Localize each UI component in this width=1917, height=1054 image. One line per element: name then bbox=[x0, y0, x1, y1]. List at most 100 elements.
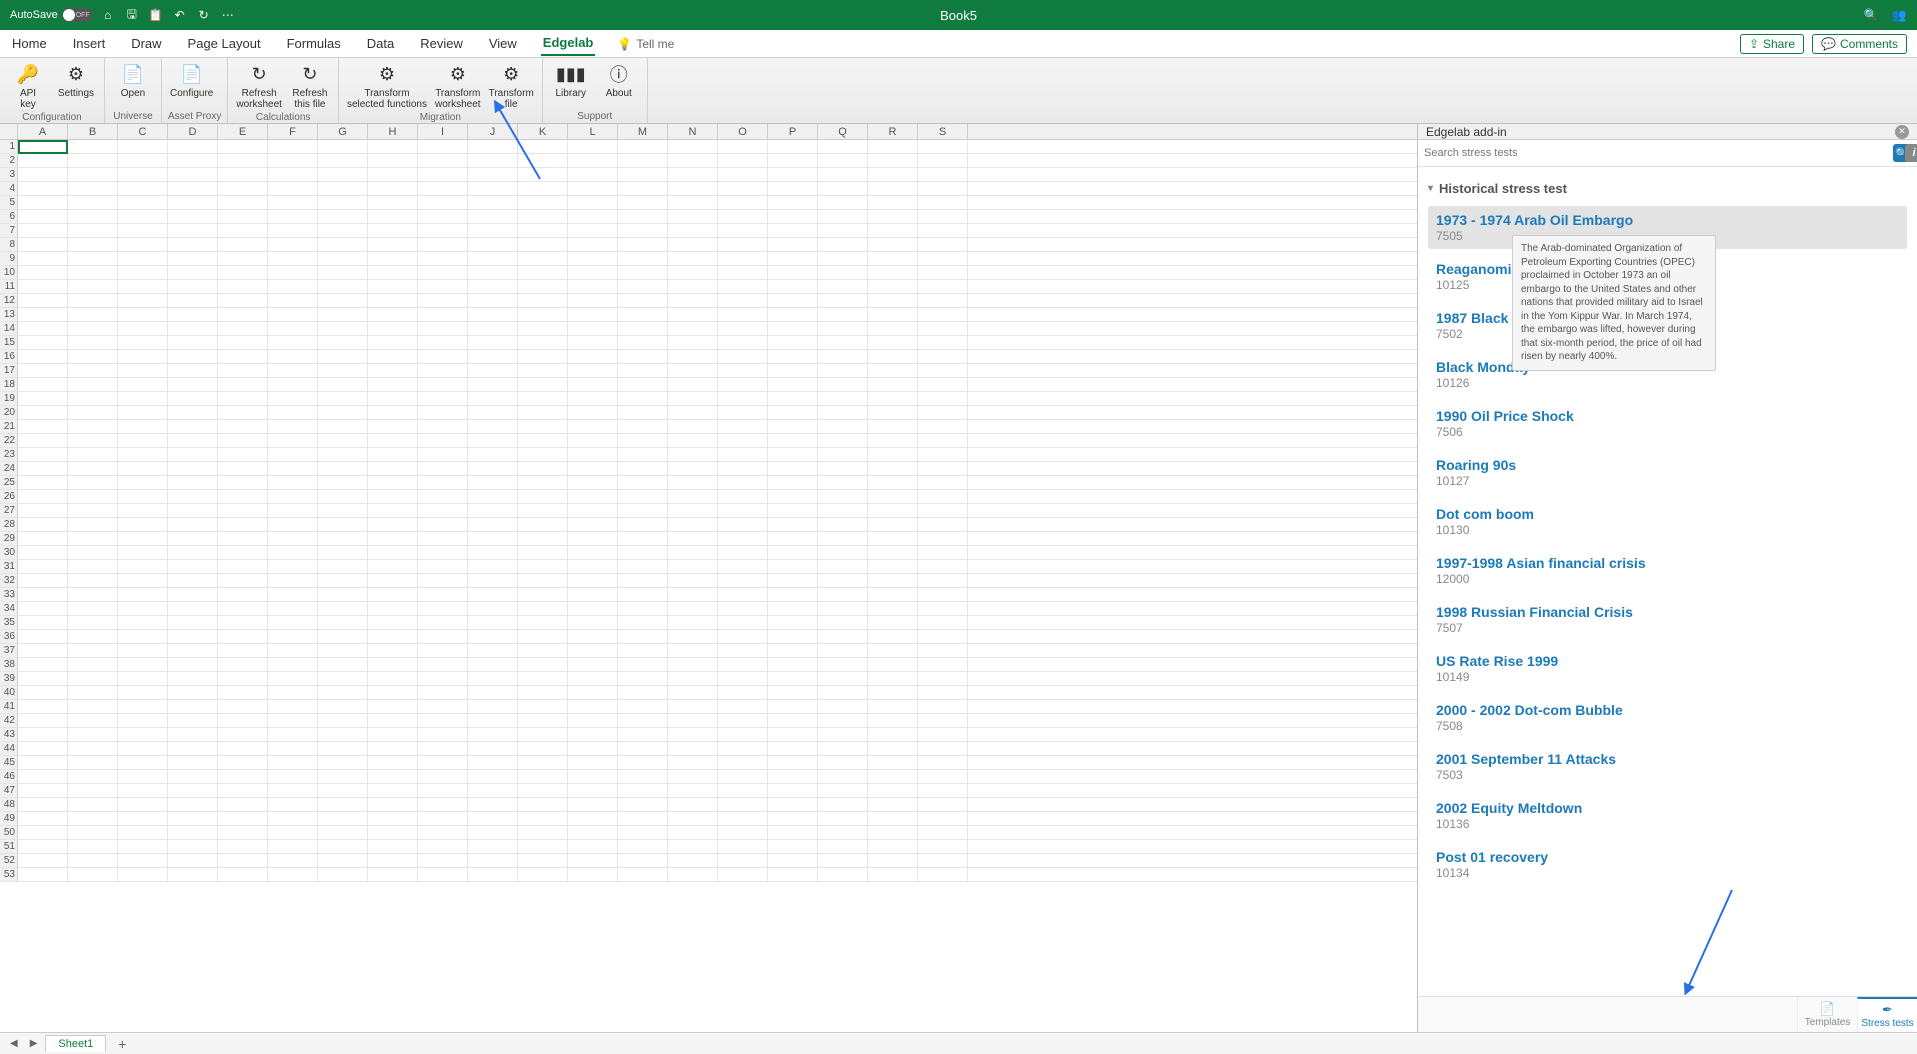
cell[interactable] bbox=[18, 728, 68, 742]
cell[interactable] bbox=[918, 182, 968, 196]
cell[interactable] bbox=[268, 644, 318, 658]
cell[interactable] bbox=[918, 364, 968, 378]
cell[interactable] bbox=[918, 238, 968, 252]
cell[interactable] bbox=[818, 854, 868, 868]
cell[interactable] bbox=[268, 224, 318, 238]
cell[interactable] bbox=[118, 224, 168, 238]
cell[interactable] bbox=[18, 812, 68, 826]
cell[interactable] bbox=[18, 686, 68, 700]
cell[interactable] bbox=[668, 336, 718, 350]
cell[interactable] bbox=[418, 574, 468, 588]
cell[interactable] bbox=[568, 364, 618, 378]
cell[interactable] bbox=[218, 490, 268, 504]
cell[interactable] bbox=[768, 308, 818, 322]
row-header[interactable]: 17 bbox=[0, 364, 18, 377]
cell[interactable] bbox=[618, 546, 668, 560]
cell[interactable] bbox=[868, 140, 918, 154]
cell[interactable] bbox=[318, 350, 368, 364]
cell[interactable] bbox=[768, 294, 818, 308]
cell[interactable] bbox=[418, 588, 468, 602]
cell[interactable] bbox=[868, 476, 918, 490]
cell[interactable] bbox=[318, 784, 368, 798]
cell[interactable] bbox=[718, 378, 768, 392]
cell[interactable] bbox=[68, 616, 118, 630]
cell[interactable] bbox=[68, 812, 118, 826]
cell[interactable] bbox=[668, 252, 718, 266]
cell[interactable] bbox=[868, 196, 918, 210]
cell[interactable] bbox=[718, 252, 768, 266]
cell[interactable] bbox=[518, 252, 568, 266]
cell[interactable] bbox=[268, 756, 318, 770]
cell[interactable] bbox=[68, 798, 118, 812]
cell[interactable] bbox=[268, 560, 318, 574]
tab-draw[interactable]: Draw bbox=[129, 32, 163, 55]
cell[interactable] bbox=[18, 392, 68, 406]
cell[interactable] bbox=[418, 196, 468, 210]
sheet-nav-first[interactable]: ◀ bbox=[6, 1038, 22, 1049]
cell[interactable] bbox=[68, 350, 118, 364]
tab-formulas[interactable]: Formulas bbox=[285, 32, 343, 55]
cell[interactable] bbox=[618, 392, 668, 406]
cell[interactable] bbox=[68, 868, 118, 882]
cell[interactable] bbox=[168, 266, 218, 280]
cell[interactable] bbox=[218, 364, 268, 378]
cell[interactable] bbox=[168, 686, 218, 700]
cell[interactable] bbox=[68, 658, 118, 672]
col-header[interactable]: L bbox=[568, 124, 618, 139]
cell[interactable] bbox=[818, 602, 868, 616]
cell[interactable] bbox=[268, 630, 318, 644]
info-badge-icon[interactable]: i bbox=[1905, 144, 1917, 162]
row-header[interactable]: 49 bbox=[0, 812, 18, 825]
cell[interactable] bbox=[418, 350, 468, 364]
cell[interactable] bbox=[818, 742, 868, 756]
cell[interactable] bbox=[568, 434, 618, 448]
cell[interactable] bbox=[218, 350, 268, 364]
cell[interactable] bbox=[118, 322, 168, 336]
row-header[interactable]: 26 bbox=[0, 490, 18, 503]
cell[interactable] bbox=[818, 210, 868, 224]
cell[interactable] bbox=[368, 826, 418, 840]
cell[interactable] bbox=[818, 588, 868, 602]
ribbon-transform-file[interactable]: ⚙Transformfile bbox=[487, 60, 536, 112]
cell[interactable] bbox=[168, 252, 218, 266]
cell[interactable] bbox=[118, 616, 168, 630]
cell[interactable] bbox=[618, 672, 668, 686]
cell[interactable] bbox=[268, 728, 318, 742]
cell[interactable] bbox=[818, 686, 868, 700]
cell[interactable] bbox=[668, 756, 718, 770]
cell[interactable] bbox=[268, 588, 318, 602]
row-header[interactable]: 11 bbox=[0, 280, 18, 293]
cell[interactable] bbox=[468, 742, 518, 756]
cell[interactable] bbox=[168, 658, 218, 672]
cell[interactable] bbox=[318, 420, 368, 434]
cell[interactable] bbox=[818, 266, 868, 280]
cell[interactable] bbox=[18, 168, 68, 182]
cell[interactable] bbox=[118, 252, 168, 266]
cell[interactable] bbox=[268, 574, 318, 588]
cell[interactable] bbox=[818, 224, 868, 238]
cell[interactable] bbox=[468, 784, 518, 798]
cell[interactable] bbox=[718, 742, 768, 756]
cell[interactable] bbox=[418, 714, 468, 728]
col-header[interactable]: H bbox=[368, 124, 418, 139]
cell[interactable] bbox=[168, 448, 218, 462]
cell[interactable] bbox=[268, 476, 318, 490]
cell[interactable] bbox=[418, 476, 468, 490]
cell[interactable] bbox=[318, 672, 368, 686]
cell[interactable] bbox=[68, 182, 118, 196]
cell[interactable] bbox=[768, 406, 818, 420]
cell[interactable] bbox=[68, 140, 118, 154]
cell[interactable] bbox=[68, 560, 118, 574]
cell[interactable] bbox=[768, 616, 818, 630]
cell[interactable] bbox=[568, 546, 618, 560]
cell[interactable] bbox=[518, 406, 568, 420]
cell[interactable] bbox=[318, 616, 368, 630]
cell[interactable] bbox=[268, 742, 318, 756]
cell[interactable] bbox=[368, 196, 418, 210]
cell[interactable] bbox=[368, 630, 418, 644]
cell[interactable] bbox=[818, 616, 868, 630]
cell[interactable] bbox=[418, 462, 468, 476]
cell[interactable] bbox=[368, 518, 418, 532]
cell[interactable] bbox=[618, 434, 668, 448]
cell[interactable] bbox=[68, 840, 118, 854]
